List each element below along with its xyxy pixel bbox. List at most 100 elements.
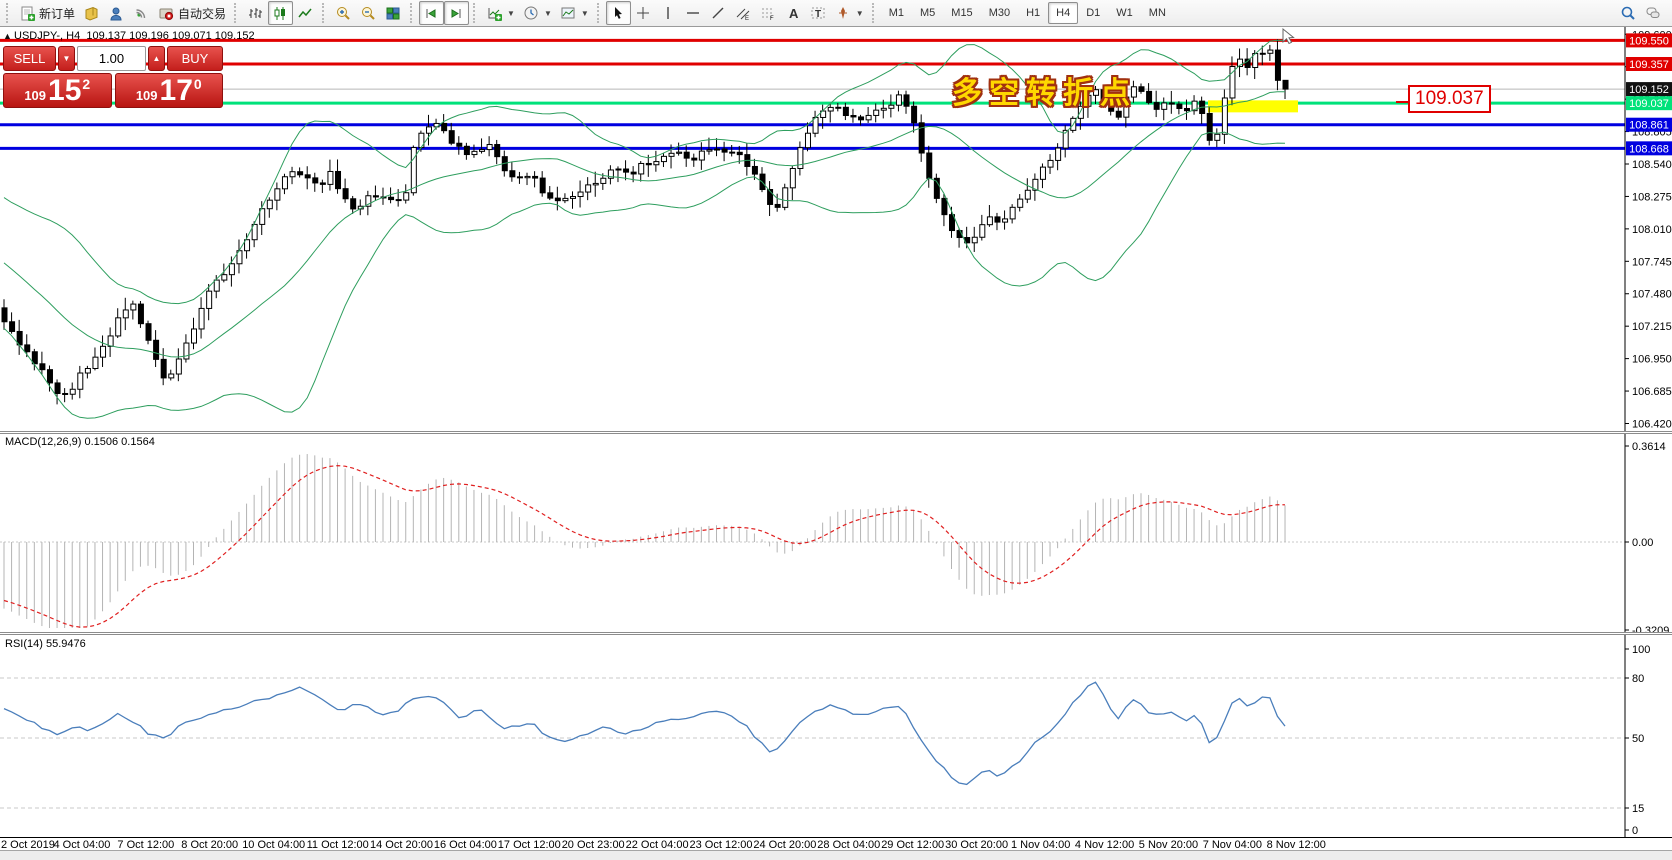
timeframe-button-m15[interactable]: M15 [943,2,980,24]
timeframe-button-mn[interactable]: MN [1141,2,1174,24]
fibo-button[interactable]: F [756,1,781,25]
price-level-callout[interactable]: 109.037 [1408,85,1491,113]
toolbar-grip [473,3,478,23]
sell-price-tile[interactable]: 109 15 2 [3,73,112,108]
chart-shift-button[interactable] [444,1,469,25]
toolbar-group-scroll [419,1,469,25]
svg-text:107.215: 107.215 [1632,321,1672,333]
toolbar-group-windows: ▼ ▼ ▼ [482,1,593,25]
sell-button[interactable]: SELL [3,46,56,71]
svg-text:100: 100 [1632,644,1650,656]
timeframe-button-m5[interactable]: M5 [912,2,943,24]
svg-text:106.420: 106.420 [1632,418,1672,430]
toolbar-group-zoom [331,1,406,25]
arrows-button[interactable]: ▼ [831,1,868,25]
chat-icon [1645,5,1662,22]
svg-text:108.275: 108.275 [1632,191,1672,203]
svg-text:0: 0 [1632,825,1638,837]
rsi-indicator-label: RSI(14) 55.9476 [5,638,86,650]
svg-text:108.861: 108.861 [1629,120,1669,132]
svg-text:T: T [815,9,821,20]
community-button[interactable] [104,1,129,25]
macd-indicator-label: MACD(12,26,9) 0.1506 0.1564 [5,436,155,448]
rsi-pane[interactable]: 1008050150 [0,635,1672,837]
dropdown-caret-icon: ▼ [856,9,864,18]
new-order-button[interactable]: 新订单 [15,1,79,25]
cursor-button[interactable] [606,1,631,25]
svg-text:108.010: 108.010 [1632,224,1672,236]
chart-symbol-info: USDJPY-, H4 109.137 109.196 109.071 109.… [14,30,255,42]
channel-button[interactable]: E [731,1,756,25]
template-icon [560,5,577,22]
buy-price-base: 109 [136,88,158,103]
timeframe-button-h1[interactable]: H1 [1018,2,1048,24]
svg-text:107.745: 107.745 [1632,256,1672,268]
svg-text:109.037: 109.037 [1629,98,1669,110]
status-bar [0,850,1672,860]
toolbar-right-group [1616,1,1666,25]
text-icon: A [785,5,802,22]
toolbar-group-timeframes: M1M5M15M30H1H4D1W1MN [881,2,1174,24]
toolbar-grip [410,3,415,23]
candle-chart-icon [272,5,289,22]
vline-button[interactable] [656,1,681,25]
label-icon: T [810,5,827,22]
sell-price-sup: 2 [82,76,90,92]
zoom-in-icon [335,5,352,22]
template-button[interactable]: ▼ [556,1,593,25]
line-chart-button[interactable] [293,1,318,25]
chart-annotation-text[interactable]: 多空转折点 [952,68,1137,112]
dropdown-caret-icon: ▼ [581,9,589,18]
tile-windows-icon [385,5,402,22]
chat-button[interactable] [1641,1,1666,25]
autoscroll-button[interactable] [419,1,444,25]
hline-button[interactable] [681,1,706,25]
time-axis[interactable]: 2 Oct 20194 Oct 04:007 Oct 12:008 Oct 20… [0,837,1672,850]
toolbar-group-objects: E FA T ▼ [606,1,868,25]
timeframe-button-m1[interactable]: M1 [881,2,912,24]
zoom-out-icon [360,5,377,22]
trendline-button[interactable] [706,1,731,25]
svg-text:106.950: 106.950 [1632,354,1672,366]
timeframe-button-h4[interactable]: H4 [1048,2,1078,24]
svg-text:E: E [745,16,749,22]
vline-icon [660,5,677,22]
svg-text:107.480: 107.480 [1632,289,1672,301]
buy-button[interactable]: BUY [167,46,223,71]
toolbar-grip [6,3,11,23]
bar-chart-button[interactable] [243,1,268,25]
text-button[interactable]: A [781,1,806,25]
trendline-icon [710,5,727,22]
zoom-out-button[interactable] [356,1,381,25]
signals-button[interactable] [129,1,154,25]
volume-decrease-button[interactable]: ▼ [58,46,75,71]
crosshair-icon [635,5,652,22]
search-button[interactable] [1616,1,1641,25]
volume-input[interactable]: 1.00 [77,46,146,71]
macd-pane[interactable]: 0.36140.00-0.3209 [0,434,1672,632]
sell-price-base: 109 [24,88,46,103]
toolbar-grip [872,3,877,23]
volume-increase-button[interactable]: ▲ [148,46,165,71]
timeframe-button-d1[interactable]: D1 [1078,2,1108,24]
timeframe-button-w1[interactable]: W1 [1108,2,1141,24]
tile-windows-button[interactable] [381,1,406,25]
autotrade-button[interactable]: 自动交易 [154,1,230,25]
buy-price-tile[interactable]: 109 17 0 [115,73,224,108]
profiles-button[interactable]: ▼ [519,1,556,25]
buy-price-big: 17 [160,76,193,106]
mt4-terminal: 新订单 自动交易 ▼ ▼ ▼ E FA T ▼ M1M5M15M30H1H4D1W1MN 109.… [0,0,1672,860]
journal-button[interactable] [79,1,104,25]
toolbar-grip [234,3,239,23]
crosshair-button[interactable] [631,1,656,25]
one-click-trading-panel: SELL ▼ 1.00 ▲ BUY 109 15 2 109 17 0 [3,46,223,108]
candle-chart-button[interactable] [268,1,293,25]
collapse-trade-panel-arrow[interactable]: ▲ [3,31,12,41]
chart-shift-icon [448,5,465,22]
dropdown-caret-icon: ▼ [507,9,515,18]
zoom-in-button[interactable] [331,1,356,25]
label-button[interactable]: T [806,1,831,25]
new-chart-button[interactable]: ▼ [482,1,519,25]
channel-icon: E [735,5,752,22]
timeframe-button-m30[interactable]: M30 [981,2,1018,24]
